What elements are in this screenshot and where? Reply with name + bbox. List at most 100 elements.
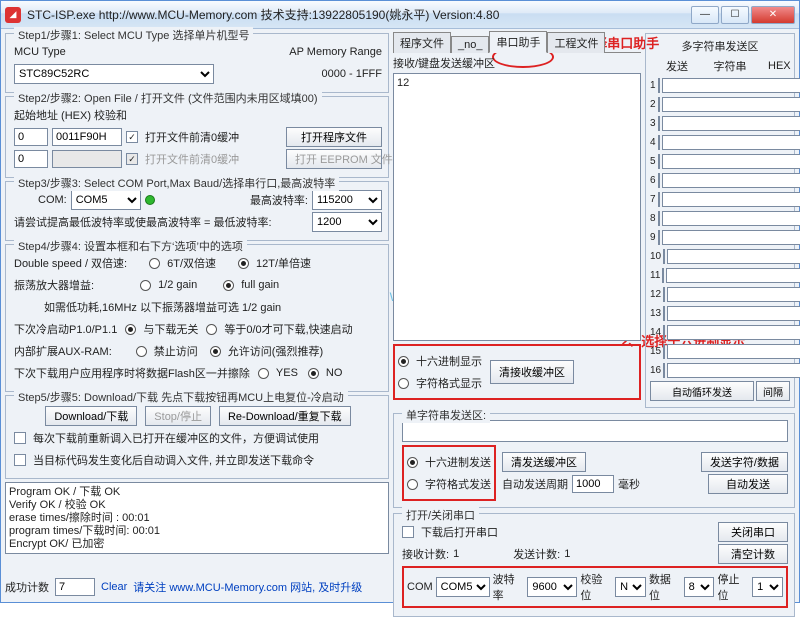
hex-send-radio[interactable] bbox=[407, 457, 418, 468]
step2-title: Step2/步骤2: Open File / 打开文件 (文件范围内未用区域填0… bbox=[14, 90, 322, 106]
interval-button[interactable]: 间隔 bbox=[756, 381, 790, 401]
p10-a-radio[interactable] bbox=[125, 324, 136, 335]
checksum1[interactable] bbox=[52, 128, 122, 146]
auto-send-cycle-input[interactable] bbox=[572, 475, 614, 493]
multi-str-13[interactable] bbox=[667, 306, 800, 321]
multi-send-8[interactable] bbox=[658, 211, 660, 226]
gain-full-radio[interactable] bbox=[223, 280, 234, 291]
multi-send-11[interactable] bbox=[662, 268, 664, 283]
aux-deny-radio[interactable] bbox=[136, 346, 147, 357]
multi-str-7[interactable] bbox=[662, 192, 800, 207]
multi-str-11[interactable] bbox=[666, 268, 800, 283]
multi-send-1[interactable] bbox=[658, 78, 660, 93]
aux-allow-radio[interactable] bbox=[210, 346, 221, 357]
clear-count-button[interactable]: 清空计数 bbox=[718, 544, 788, 564]
tab-serial-helper[interactable]: 串口助手 bbox=[489, 31, 547, 53]
multi-send-3[interactable] bbox=[658, 116, 660, 131]
clear-buf-chk1[interactable]: ✓ bbox=[126, 131, 138, 143]
multi-send-10[interactable] bbox=[663, 249, 665, 264]
log-area[interactable]: Program OK / 下载 OK Verify OK / 校验 OK era… bbox=[5, 482, 389, 554]
start-addr1[interactable] bbox=[14, 128, 48, 146]
dbl-6t-radio[interactable] bbox=[149, 258, 160, 269]
recv-textarea[interactable]: 12 bbox=[393, 73, 641, 341]
maximize-button[interactable]: ☐ bbox=[721, 6, 749, 24]
stop-button: Stop/停止 bbox=[145, 406, 211, 426]
tab-program-file[interactable]: 程序文件 bbox=[393, 32, 451, 53]
titlebar[interactable]: ◢ STC-ISP.exe http://www.MCU-Memory.com … bbox=[1, 1, 799, 29]
main-window: ◢ STC-ISP.exe http://www.MCU-Memory.com … bbox=[0, 0, 800, 603]
gain-half-radio[interactable] bbox=[140, 280, 151, 291]
close-button[interactable]: ✕ bbox=[751, 6, 795, 24]
open-after-dl-chk[interactable] bbox=[402, 526, 414, 538]
redownload-button[interactable]: Re-Download/重复下载 bbox=[219, 406, 351, 426]
tab-bar: 程序文件 _no_ 串口助手 工程文件 bbox=[393, 33, 641, 53]
dbl-12t-radio[interactable] bbox=[238, 258, 249, 269]
step3-title: Step3/步骤3: Select COM Port,Max Baud/选择串行… bbox=[14, 175, 339, 191]
com-port-select[interactable]: COM5 bbox=[71, 190, 141, 210]
multi-str-16[interactable] bbox=[667, 363, 800, 378]
multi-send-9[interactable] bbox=[658, 230, 660, 245]
hex-display-radio[interactable] bbox=[398, 356, 409, 367]
send-textarea[interactable] bbox=[402, 420, 788, 442]
multi-str-9[interactable] bbox=[662, 230, 800, 245]
step5-group: Step5/步骤5: Download/下载 先点下载按钮再MCU上电复位-冷启… bbox=[5, 395, 389, 479]
multi-str-10[interactable] bbox=[667, 249, 800, 264]
multi-str-3[interactable] bbox=[662, 116, 800, 131]
step4-group: Step4/步骤4: 设置本框和右下方‘选项’中的选项 Double speed… bbox=[5, 244, 389, 392]
multi-str-5[interactable] bbox=[662, 154, 800, 169]
multi-str-1[interactable] bbox=[662, 78, 800, 93]
addr-label: 起始地址 (HEX) 校验和 bbox=[14, 107, 127, 123]
multi-str-14[interactable] bbox=[667, 325, 800, 340]
step1-title: Step1/步骤1: Select MCU Type 选择单片机型号 bbox=[14, 27, 253, 43]
multi-str-12[interactable] bbox=[667, 287, 800, 302]
multi-str-8[interactable] bbox=[662, 211, 800, 226]
flash-label: 下次下载用户应用程序时将数据Flash区一并擦除 bbox=[14, 365, 250, 381]
min-baud-select[interactable]: 1200 bbox=[312, 212, 382, 232]
char-display-radio[interactable] bbox=[398, 378, 409, 389]
multi-send-12[interactable] bbox=[663, 287, 665, 302]
max-baud-select[interactable]: 115200 bbox=[312, 190, 382, 210]
start-addr2[interactable] bbox=[14, 150, 48, 168]
clear-link[interactable]: Clear bbox=[101, 581, 127, 593]
p10-b-radio[interactable] bbox=[206, 324, 217, 335]
tab-project-file[interactable]: 工程文件 bbox=[547, 32, 605, 53]
clear-recv-button[interactable]: 清接收缓冲区 bbox=[490, 360, 574, 384]
multi-send-15[interactable] bbox=[663, 344, 665, 359]
multi-send-13[interactable] bbox=[663, 306, 665, 321]
ok-count[interactable] bbox=[55, 578, 95, 596]
open-eeprom-file-button: 打开 EEPROM 文件 bbox=[286, 149, 382, 169]
multi-send-6[interactable] bbox=[658, 173, 660, 188]
multi-str-15[interactable] bbox=[667, 344, 800, 359]
window-title: STC-ISP.exe http://www.MCU-Memory.com 技术… bbox=[27, 6, 691, 23]
multi-send-group: 多字符串发送区 发送字符串HEX 12345678910111213141516… bbox=[645, 33, 795, 408]
auto-reload-chk[interactable] bbox=[14, 454, 26, 466]
multi-send-4[interactable] bbox=[658, 135, 660, 150]
multi-send-16[interactable] bbox=[663, 363, 665, 378]
multi-str-2[interactable] bbox=[662, 97, 800, 112]
auto-send-button[interactable]: 自动发送 bbox=[708, 474, 788, 494]
ok-count-label: 成功计数 bbox=[5, 579, 49, 595]
multi-send-7[interactable] bbox=[658, 192, 660, 207]
download-button[interactable]: Download/下载 bbox=[45, 406, 137, 426]
multi-send-2[interactable] bbox=[658, 97, 660, 112]
multi-str-6[interactable] bbox=[662, 173, 800, 188]
mcu-type-select[interactable]: STC89C52RC bbox=[14, 64, 214, 84]
multi-title: 多字符串发送区 bbox=[650, 38, 790, 54]
multi-send-14[interactable] bbox=[663, 325, 665, 340]
clear-send-button[interactable]: 清发送缓冲区 bbox=[502, 452, 586, 472]
minimize-button[interactable]: — bbox=[691, 6, 719, 24]
checksum2 bbox=[52, 150, 122, 168]
multi-str-4[interactable] bbox=[662, 135, 800, 150]
flash-no-radio[interactable] bbox=[308, 368, 319, 379]
step1-group: Step1/步骤1: Select MCU Type 选择单片机型号 MCU T… bbox=[5, 33, 389, 93]
com-label: COM: bbox=[38, 194, 67, 206]
open-program-file-button[interactable]: 打开程序文件 bbox=[286, 127, 382, 147]
flash-yes-radio[interactable] bbox=[258, 368, 269, 379]
close-port-button[interactable]: 关闭串口 bbox=[718, 522, 788, 542]
multi-send-5[interactable] bbox=[658, 154, 660, 169]
char-send-radio[interactable] bbox=[407, 479, 418, 490]
send-char-button[interactable]: 发送字符/数据 bbox=[701, 452, 788, 472]
auto-loop-send-button[interactable]: 自动循环发送 bbox=[650, 381, 754, 401]
reload-file-chk[interactable] bbox=[14, 432, 26, 444]
tab-no[interactable]: _no_ bbox=[451, 36, 489, 53]
